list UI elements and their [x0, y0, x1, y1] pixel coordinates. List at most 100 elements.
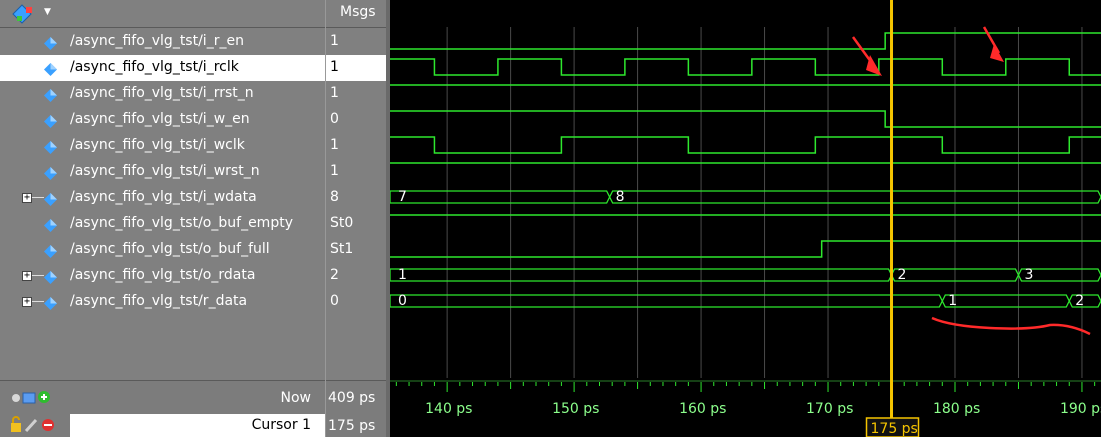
signal-row[interactable]: + /async_fifo_vlg_tst/o_rdata	[0, 263, 325, 289]
signal-name: /async_fifo_vlg_tst/i_wdata	[70, 189, 257, 205]
signal-diamond-icon	[44, 87, 57, 102]
signal-name: /async_fifo_vlg_tst/i_wrst_n	[70, 163, 260, 179]
toolbar-icons-bottom[interactable]	[10, 416, 70, 434]
timeline-bg	[390, 380, 1101, 437]
signal-value-row[interactable]: 1	[326, 29, 387, 55]
signal-row[interactable]: /async_fifo_vlg_tst/i_wrst_n	[0, 159, 325, 185]
signal-diamond-icon	[44, 35, 57, 50]
toolbar-icons-top[interactable]	[10, 389, 70, 405]
cursor-label: Cursor 1	[251, 417, 311, 433]
bus-value-label: 0	[398, 293, 407, 309]
signal-diamond-icon	[44, 61, 57, 76]
signal-name: /async_fifo_vlg_tst/i_w_en	[70, 111, 250, 127]
tree-connector	[32, 275, 44, 276]
timeline-tick-label: 140 ps	[425, 401, 472, 417]
annotation-arrow-head	[990, 44, 1004, 62]
timeline-tick-label: 180 ps	[933, 401, 980, 417]
signal-value-row[interactable]: 1	[326, 133, 387, 159]
signal-name: /async_fifo_vlg_tst/o_buf_full	[70, 241, 270, 257]
cursor-time-label: 175 ps	[871, 421, 918, 437]
now-label: Now	[280, 390, 312, 406]
signal-diamond-icon	[44, 295, 57, 310]
signal-row[interactable]: /async_fifo_vlg_tst/i_rrst_n	[0, 81, 325, 107]
signal-value-row[interactable]: 8	[326, 185, 387, 211]
names-toolbar: ▼	[0, 0, 325, 28]
signal-diamond-icon	[44, 217, 57, 232]
signal-diamond-icon	[44, 269, 57, 284]
signal-row[interactable]: /async_fifo_vlg_tst/i_rclk	[0, 55, 325, 81]
values-pane: Msgs 1 1 1 0 1 1 8 St0 St1 2 0 409 ps 175 ps	[325, 0, 387, 437]
signal-diamond-icon	[44, 113, 57, 128]
signal-name: /async_fifo_vlg_tst/o_buf_empty	[70, 215, 293, 231]
signal-row[interactable]: /async_fifo_vlg_tst/o_buf_empty	[0, 211, 325, 237]
signal-value-row[interactable]: St1	[326, 237, 387, 263]
bus-value-label: 8	[616, 189, 625, 205]
expand-icon[interactable]: +	[22, 193, 32, 203]
bus-segment	[390, 190, 611, 204]
signal-value: 0	[330, 111, 339, 127]
msgs-header: Msgs	[326, 0, 387, 28]
bus-segment	[609, 190, 1101, 204]
bit-waveform	[390, 110, 1101, 128]
signal-value-row[interactable]: St0	[326, 211, 387, 237]
cursor-value: 175 ps	[328, 418, 376, 434]
signal-row[interactable]: /async_fifo_vlg_tst/i_r_en	[0, 29, 325, 55]
waveform-pane[interactable]: 7 8 1 2 3 0 1 2 140 ps 150 ps 160 ps 170 ps 180 ps 19…	[390, 0, 1101, 437]
expand-icon[interactable]: +	[22, 297, 32, 307]
signal-name: /async_fifo_vlg_tst/i_r_en	[70, 33, 244, 49]
waveform-canvas[interactable]: 7 8 1 2 3 0 1 2 140 ps 150 ps 160 ps 170 ps 180 ps 19…	[390, 0, 1101, 437]
signal-row[interactable]: + /async_fifo_vlg_tst/i_wdata	[0, 185, 325, 211]
signal-diamond-icon	[44, 191, 57, 206]
expand-icon[interactable]: +	[22, 271, 32, 281]
timeline-tick-label: 170 ps	[806, 401, 853, 417]
signal-diamond-icon	[44, 139, 57, 154]
signal-value: 8	[330, 189, 339, 205]
bit-waveform	[390, 58, 1101, 76]
signal-value-row[interactable]: 1	[326, 81, 387, 107]
signal-value: 1	[330, 137, 339, 153]
tree-connector	[32, 197, 44, 198]
bus-value-label: 1	[948, 293, 957, 309]
timeline-tick-label: 150 ps	[552, 401, 599, 417]
signal-value-row[interactable]: 1	[326, 159, 387, 185]
status-values: 409 ps 175 ps	[326, 380, 387, 437]
signal-value: 0	[330, 293, 339, 309]
wave-window: ▼ /async_fifo_vlg_tst/i_r_en/async_fifo_…	[0, 0, 1101, 437]
signal-row[interactable]: /async_fifo_vlg_tst/o_buf_full	[0, 237, 325, 263]
wave-add-icon[interactable]	[12, 4, 42, 24]
signal-name: /async_fifo_vlg_tst/o_rdata	[70, 267, 256, 283]
signal-name: /async_fifo_vlg_tst/r_data	[70, 293, 248, 309]
bus-value-label: 2	[898, 267, 907, 283]
annotation-underline	[931, 316, 1091, 336]
cursor-name-box[interactable]: Cursor 1	[70, 414, 325, 437]
signal-value: 1	[330, 33, 339, 49]
bus-value-label: 2	[1075, 293, 1084, 309]
signal-value-row[interactable]: 2	[326, 263, 387, 289]
signal-value: St1	[330, 241, 354, 257]
signal-names-pane: ▼ /async_fifo_vlg_tst/i_r_en/async_fifo_…	[0, 0, 325, 437]
msgs-header-label: Msgs	[340, 4, 376, 20]
signal-value-row[interactable]: 0	[326, 289, 387, 315]
tree-connector	[32, 301, 44, 302]
signal-row[interactable]: /async_fifo_vlg_tst/i_w_en	[0, 107, 325, 133]
bus-value-label: 3	[1024, 267, 1033, 283]
signal-name: /async_fifo_vlg_tst/i_rrst_n	[70, 85, 254, 101]
bit-waveform	[390, 136, 1101, 154]
signal-name: /async_fifo_vlg_tst/i_rclk	[70, 59, 239, 75]
signal-row[interactable]: /async_fifo_vlg_tst/i_wclk	[0, 133, 325, 159]
bus-segment	[390, 294, 943, 308]
status-names: Now Cursor 1	[0, 380, 325, 437]
signal-value-row[interactable]: 1	[326, 55, 387, 81]
bus-segment	[941, 294, 1070, 308]
timeline-tick-label: 190 ps	[1060, 401, 1101, 417]
signal-value-row[interactable]: 0	[326, 107, 387, 133]
signal-value: 1	[330, 85, 339, 101]
chevron-down-icon[interactable]: ▼	[44, 7, 51, 17]
signal-row[interactable]: + /async_fifo_vlg_tst/r_data	[0, 289, 325, 315]
bus-segment	[1068, 294, 1101, 308]
now-value: 409 ps	[328, 390, 376, 406]
bus-segment	[390, 268, 893, 282]
signal-name: /async_fifo_vlg_tst/i_wclk	[70, 137, 245, 153]
bus-value-label: 7	[398, 189, 407, 205]
bit-waveform	[390, 240, 1101, 258]
